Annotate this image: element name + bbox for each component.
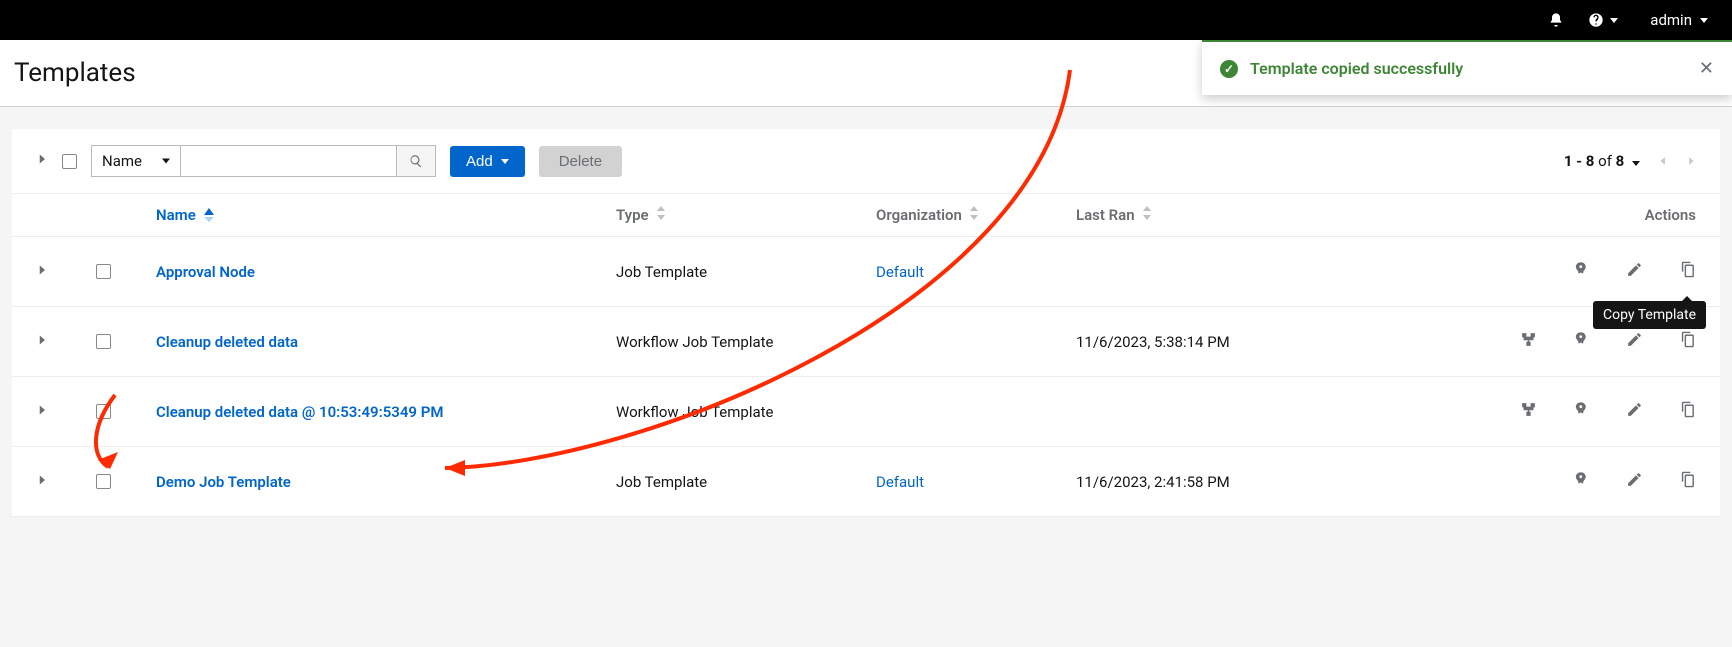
organization-link[interactable]: Default xyxy=(876,473,1076,491)
next-page-button[interactable] xyxy=(1686,156,1696,166)
organization-link[interactable]: Default xyxy=(876,263,1076,281)
prev-page-button[interactable] xyxy=(1658,156,1668,166)
select-all-checkbox[interactable] xyxy=(62,154,77,169)
table-row: Demo Job TemplateJob TemplateDefault11/6… xyxy=(12,447,1720,517)
row-actions xyxy=(1476,471,1696,492)
search-button[interactable] xyxy=(396,145,436,177)
last-ran: 11/6/2023, 5:38:14 PM xyxy=(1076,333,1476,351)
add-button[interactable]: Add xyxy=(450,146,525,177)
table-body: Approval NodeJob TemplateDefaultCopy Tem… xyxy=(12,237,1720,517)
caret-down-icon xyxy=(501,159,509,164)
topbar: admin xyxy=(0,0,1732,40)
toast-message: Template copied successfully xyxy=(1250,59,1687,78)
launch-action-icon[interactable] xyxy=(1573,401,1590,422)
toolbar: Name Add Delete 1 - 8 of 8 xyxy=(12,129,1720,194)
copy-action-icon[interactable] xyxy=(1679,471,1696,492)
question-icon xyxy=(1588,12,1604,28)
search-input[interactable] xyxy=(181,145,396,177)
edit-action-icon[interactable] xyxy=(1626,401,1643,422)
search-icon xyxy=(409,154,423,168)
sort-icon xyxy=(970,206,978,224)
add-label: Add xyxy=(466,153,493,170)
sort-icon xyxy=(657,206,665,224)
template-name-link[interactable]: Cleanup deleted data @ 10:53:49:5349 PM xyxy=(156,403,616,421)
page-title: Templates xyxy=(14,58,136,88)
notifications-icon[interactable] xyxy=(1548,12,1564,28)
table-row: Approval NodeJob TemplateDefault Copy Tem… xyxy=(12,237,1720,307)
template-type: Job Template xyxy=(616,263,876,281)
page-total: 8 xyxy=(1616,152,1625,170)
pagination: 1 - 8 of 8 xyxy=(1564,152,1696,170)
page-range: 1 - 8 xyxy=(1564,152,1595,170)
caret-down-icon xyxy=(1700,18,1708,23)
column-header-name[interactable]: Name xyxy=(156,206,616,224)
row-checkbox[interactable] xyxy=(96,474,111,489)
row-expand-toggle[interactable] xyxy=(36,404,96,420)
row-checkbox[interactable] xyxy=(96,264,111,279)
user-name: admin xyxy=(1650,11,1692,29)
row-actions xyxy=(1476,331,1696,352)
pagination-text: 1 - 8 of 8 xyxy=(1564,152,1640,170)
toast-success: ✓ Template copied successfully ✕ xyxy=(1202,40,1732,95)
visualize-action-icon[interactable] xyxy=(1520,401,1537,422)
column-header-organization[interactable]: Organization xyxy=(876,206,1076,224)
row-actions: Copy Template xyxy=(1476,261,1696,282)
row-expand-toggle[interactable] xyxy=(36,264,96,280)
row-checkbox[interactable] xyxy=(96,334,111,349)
launch-action-icon[interactable] xyxy=(1573,261,1590,282)
caret-down-icon xyxy=(1610,18,1618,23)
table-header: Name Type Organization Last Ran Actions xyxy=(12,194,1720,237)
sort-icon xyxy=(1143,206,1151,224)
delete-button[interactable]: Delete xyxy=(539,146,622,177)
copy-action-icon[interactable] xyxy=(1679,261,1696,282)
column-header-last-ran[interactable]: Last Ran xyxy=(1076,206,1476,224)
row-checkbox[interactable] xyxy=(96,404,111,419)
filter-field-select[interactable]: Name xyxy=(91,145,181,177)
last-ran: 11/6/2023, 2:41:58 PM xyxy=(1076,473,1476,491)
edit-action-icon[interactable] xyxy=(1626,261,1643,282)
template-name-link[interactable]: Approval Node xyxy=(156,263,616,281)
page-of: of xyxy=(1598,152,1612,170)
sort-asc-icon xyxy=(204,208,214,222)
edit-action-icon[interactable] xyxy=(1626,471,1643,492)
edit-action-icon[interactable] xyxy=(1626,331,1643,352)
caret-down-icon[interactable] xyxy=(1632,161,1640,166)
copy-tooltip: Copy Template xyxy=(1593,301,1706,329)
column-header-actions: Actions xyxy=(1476,206,1696,224)
filter-group: Name xyxy=(91,145,436,177)
template-type: Workflow Job Template xyxy=(616,403,876,421)
filter-field-value: Name xyxy=(102,152,142,170)
row-expand-toggle[interactable] xyxy=(36,474,96,490)
table-row: Cleanup deleted data @ 10:53:49:5349 PMW… xyxy=(12,377,1720,447)
visualize-action-icon[interactable] xyxy=(1520,331,1537,352)
user-menu[interactable]: admin xyxy=(1642,11,1708,29)
column-header-type[interactable]: Type xyxy=(616,206,876,224)
launch-action-icon[interactable] xyxy=(1573,331,1590,352)
template-name-link[interactable]: Demo Job Template xyxy=(156,473,616,491)
copy-action-icon[interactable] xyxy=(1679,331,1696,352)
copy-action-icon[interactable] xyxy=(1679,401,1696,422)
help-dropdown[interactable] xyxy=(1588,12,1618,28)
check-icon: ✓ xyxy=(1220,60,1238,78)
content: Name Add Delete 1 - 8 of 8 xyxy=(0,107,1732,517)
launch-action-icon[interactable] xyxy=(1573,471,1590,492)
row-expand-toggle[interactable] xyxy=(36,334,96,350)
template-type: Workflow Job Template xyxy=(616,333,876,351)
template-type: Job Template xyxy=(616,473,876,491)
table-row: Cleanup deleted dataWorkflow Job Templat… xyxy=(12,307,1720,377)
row-actions xyxy=(1476,401,1696,422)
template-name-link[interactable]: Cleanup deleted data xyxy=(156,333,616,351)
toast-close-button[interactable]: ✕ xyxy=(1699,58,1714,79)
expand-all-toggle[interactable] xyxy=(36,153,48,169)
